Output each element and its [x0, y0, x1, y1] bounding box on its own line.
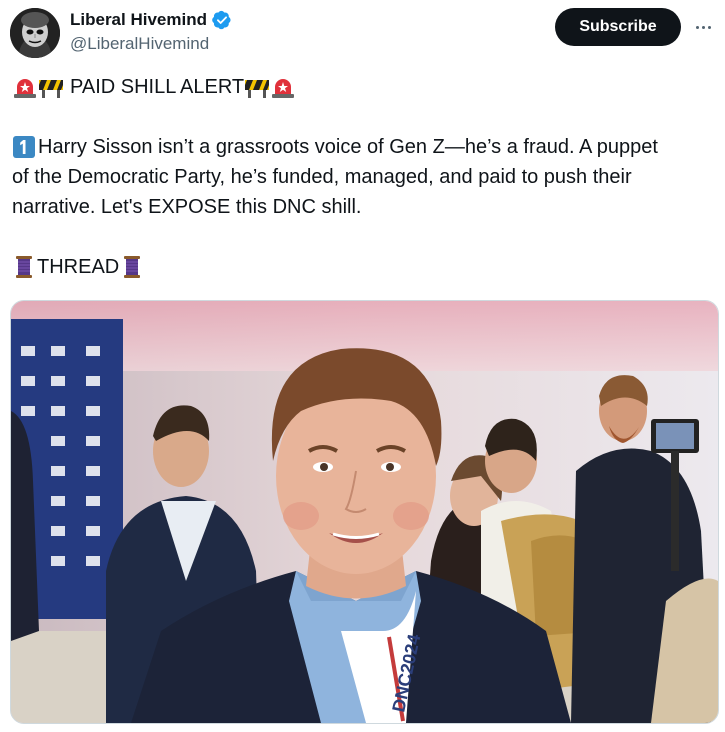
alert-headline: PAID SHILL ALERT	[70, 76, 245, 98]
body-line-1: Harry Sisson isn’t a grassroots voice of…	[12, 132, 716, 162]
keycap-one-icon	[13, 136, 35, 158]
tweet-text: PAID SHILL ALERT Harry Sisson isn’t a gr…	[12, 72, 716, 282]
avatar[interactable]	[10, 8, 60, 58]
subscribe-button[interactable]: Subscribe	[555, 8, 681, 46]
display-name[interactable]: Liberal Hivemind	[70, 10, 207, 30]
handle[interactable]: @LiberalHivemind	[70, 34, 209, 54]
thread-label: THREAD	[37, 256, 120, 278]
body-text-3: narrative. Let's EXPOSE this DNC shill.	[12, 196, 362, 218]
tweet-media-photo[interactable]: DNC2024	[10, 300, 719, 724]
tweet-header: Liberal Hivemind @LiberalHivemind Subscr…	[10, 8, 715, 60]
body-text-1: Harry Sisson isn’t a grassroots voice of…	[38, 136, 658, 158]
name-row: Liberal Hivemind	[70, 10, 232, 30]
more-dots-icon[interactable]	[691, 16, 715, 38]
rotating-light-icon	[14, 79, 36, 98]
construction-barrier-icon	[39, 80, 63, 98]
photo-scene: DNC2024	[11, 301, 718, 723]
alert-line: PAID SHILL ALERT	[12, 72, 716, 102]
verified-badge-icon[interactable]	[212, 10, 232, 30]
avatar-image	[10, 8, 60, 58]
rotating-light-icon	[272, 79, 295, 98]
body-line-2: of the Democratic Party, he’s funded, ma…	[12, 162, 716, 192]
construction-barrier-icon	[245, 80, 270, 98]
spool-of-thread-icon	[124, 256, 141, 278]
thread-line: THREAD	[12, 252, 716, 282]
body-text-2: of the Democratic Party, he’s funded, ma…	[12, 166, 632, 188]
body-line-3: narrative. Let's EXPOSE this DNC shill.	[12, 192, 716, 222]
spool-of-thread-icon	[16, 256, 32, 278]
